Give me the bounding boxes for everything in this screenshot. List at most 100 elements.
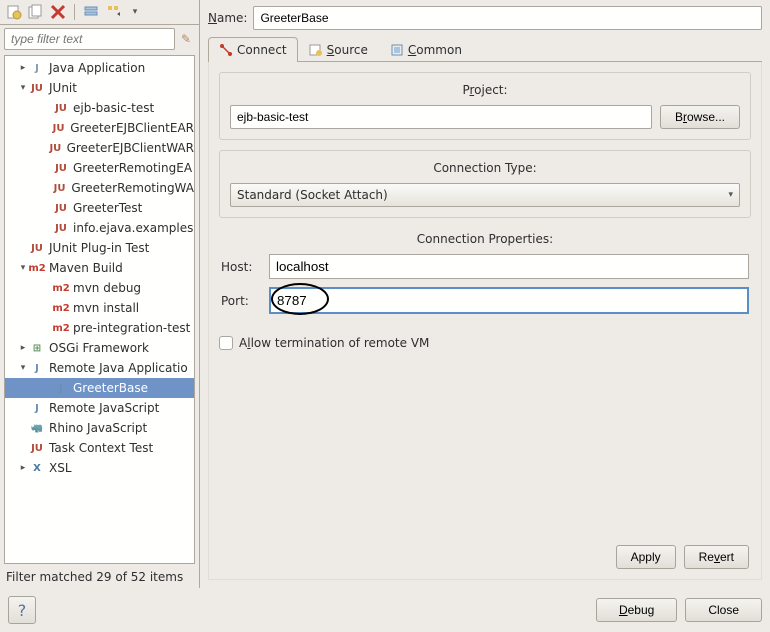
close-button[interactable]: Close xyxy=(685,598,762,622)
node-icon: JU xyxy=(53,200,69,216)
tree-item[interactable]: m2pre-integration-test xyxy=(5,318,194,338)
node-icon: JU xyxy=(48,140,62,156)
new-config-icon[interactable] xyxy=(6,4,22,20)
node-label: Rhino JavaScript xyxy=(49,421,147,435)
tree-item[interactable]: JUGreeterRemotingWA xyxy=(5,178,194,198)
tree-item[interactable]: m2 mvn debug xyxy=(5,278,194,298)
node-icon: JU xyxy=(53,160,69,176)
expander-icon xyxy=(41,382,53,394)
tree-item[interactable]: JUinfo.ejava.examples xyxy=(5,218,194,238)
tree-item[interactable]: JUGreeterTest xyxy=(5,198,194,218)
tree-item[interactable]: ▾m2 Maven Build xyxy=(5,258,194,278)
host-input[interactable] xyxy=(269,254,749,279)
tree-item[interactable]: JU GreeterRemotingEA xyxy=(5,158,194,178)
node-icon: m2 xyxy=(29,260,45,276)
tree-item[interactable]: JUejb-basic-test xyxy=(5,98,194,118)
name-input[interactable] xyxy=(253,6,762,30)
allow-termination-checkbox[interactable] xyxy=(219,336,233,350)
node-label: GreeterEJBClientWAR xyxy=(67,141,194,155)
node-icon: JU xyxy=(29,240,45,256)
tree-item[interactable]: JU JUnit Plug-in Test xyxy=(5,238,194,258)
expander-icon xyxy=(41,222,53,234)
tree-item[interactable]: JUGreeterEJBClientEAR xyxy=(5,118,194,138)
expander-icon xyxy=(41,162,53,174)
tab-connect[interactable]: Connect xyxy=(208,37,298,62)
expander-icon xyxy=(17,442,29,454)
connection-properties-group: Connection Properties: Host: Port: xyxy=(219,228,751,326)
debug-button[interactable]: Debug xyxy=(596,598,677,622)
tab-connect-label: Connect xyxy=(237,43,287,57)
filter-input[interactable] xyxy=(4,28,175,50)
port-input[interactable] xyxy=(269,287,749,314)
node-icon: X xyxy=(29,460,45,476)
node-label: OSGi Framework xyxy=(49,341,149,355)
node-icon: JU xyxy=(51,120,66,136)
expander-icon[interactable]: ▾ xyxy=(17,262,29,274)
tab-common[interactable]: Common xyxy=(379,37,473,62)
connect-icon xyxy=(219,43,233,57)
tree-item[interactable]: ▾JUJUnit xyxy=(5,78,194,98)
node-label: Maven Build xyxy=(49,261,123,275)
chevron-down-icon: ▾ xyxy=(728,190,733,200)
node-icon: m2 xyxy=(53,320,69,336)
node-label: XSL xyxy=(49,461,72,475)
source-icon xyxy=(309,43,323,57)
expander-icon xyxy=(41,282,53,294)
project-input[interactable] xyxy=(230,105,652,129)
apply-button[interactable]: Apply xyxy=(616,545,676,569)
tree-item[interactable]: JUTask Context Test xyxy=(5,438,194,458)
node-icon: J xyxy=(53,380,69,396)
config-toolbar: ▾ xyxy=(0,0,199,25)
port-label: Port: xyxy=(221,294,261,308)
node-label: GreeterBase xyxy=(73,381,148,395)
revert-button[interactable]: Revert xyxy=(684,545,749,569)
expander-icon[interactable]: ▾ xyxy=(17,82,29,94)
expander-icon xyxy=(37,142,48,154)
dropdown-arrow-icon[interactable]: ▾ xyxy=(127,4,143,20)
node-icon: JU xyxy=(29,80,45,96)
collapse-all-icon[interactable] xyxy=(83,4,99,20)
expander-icon xyxy=(41,302,53,314)
tree-item-selected[interactable]: J GreeterBase xyxy=(5,378,194,398)
help-button[interactable]: ? xyxy=(8,596,36,624)
node-icon: J xyxy=(29,60,45,76)
tab-strip: Connect Source Common xyxy=(208,36,762,62)
node-icon: J xyxy=(29,400,45,416)
name-label: Name: xyxy=(208,11,247,25)
tree-item[interactable]: JU GreeterEJBClientWAR xyxy=(5,138,194,158)
tab-common-label: Common xyxy=(408,43,462,57)
node-label: mvn install xyxy=(73,301,139,315)
tree-item[interactable]: ▸X XSL xyxy=(5,458,194,478)
expander-icon[interactable]: ▸ xyxy=(17,342,29,354)
browse-button[interactable]: Browse... xyxy=(660,105,740,129)
filter-config-icon[interactable] xyxy=(105,4,121,20)
connection-type-value: Standard (Socket Attach) xyxy=(237,188,388,202)
expander-icon[interactable]: ▸ xyxy=(17,62,29,74)
tree-item[interactable]: JRemote JavaScript xyxy=(5,398,194,418)
node-label: ejb-basic-test xyxy=(73,101,154,115)
tree-item[interactable]: m2mvn install xyxy=(5,298,194,318)
connection-type-select[interactable]: Standard (Socket Attach) ▾ xyxy=(230,183,740,207)
tree-item[interactable]: ▸⊞ OSGi Framework xyxy=(5,338,194,358)
expander-icon[interactable]: ▾ xyxy=(17,362,29,374)
expander-icon xyxy=(41,102,53,114)
clear-filter-icon[interactable]: ✎ xyxy=(177,30,195,48)
status-text: Filter matched 29 of 52 items xyxy=(0,566,199,588)
project-title: Project: xyxy=(230,83,740,97)
tree-item[interactable]: ▸JJava Application xyxy=(5,58,194,78)
expander-icon xyxy=(39,122,50,134)
node-icon: ⊞ xyxy=(29,340,45,356)
delete-config-icon[interactable] xyxy=(50,4,66,20)
config-tree[interactable]: ▸JJava Application▾JUJUnitJUejb-basic-te… xyxy=(4,55,195,564)
node-label: JUnit Plug-in Test xyxy=(49,241,149,255)
node-label: mvn debug xyxy=(73,281,141,295)
tab-source[interactable]: Source xyxy=(298,37,379,62)
tree-item[interactable]: 🦏Rhino JavaScript xyxy=(5,418,194,438)
duplicate-config-icon[interactable] xyxy=(28,4,44,20)
common-icon xyxy=(390,43,404,57)
expander-icon xyxy=(17,402,29,414)
node-icon: m2 xyxy=(53,280,69,296)
expander-icon[interactable]: ▸ xyxy=(17,462,29,474)
tree-item[interactable]: ▾JRemote Java Applicatio xyxy=(5,358,194,378)
node-label: GreeterRemotingEA xyxy=(73,161,192,175)
